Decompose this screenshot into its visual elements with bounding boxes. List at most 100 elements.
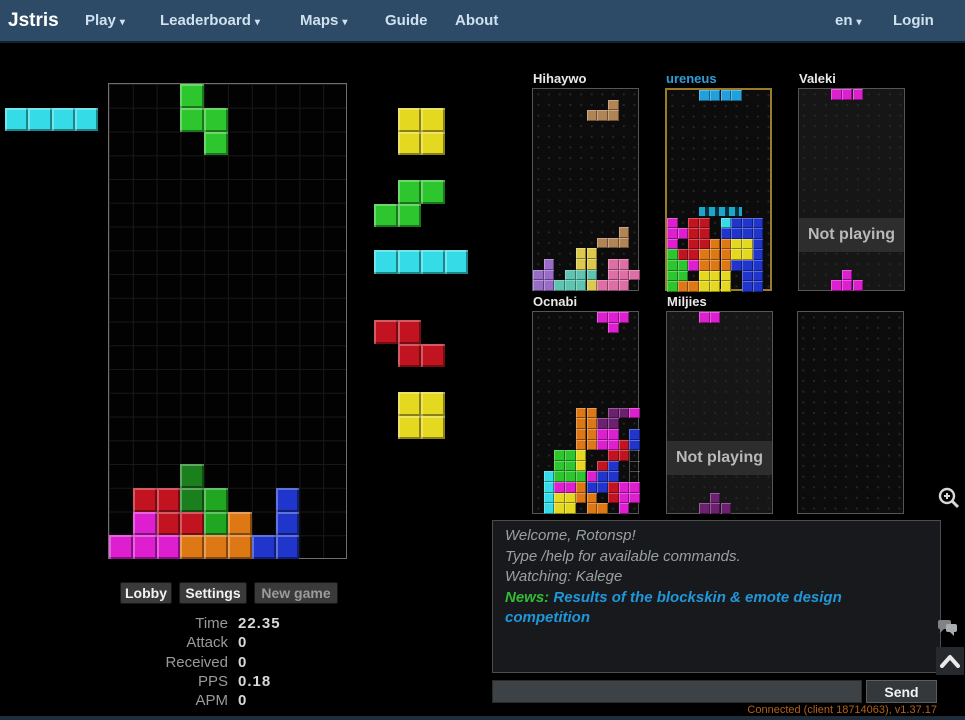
opponent-board-ocnabi[interactable] xyxy=(532,311,639,514)
tetromino-cell xyxy=(678,228,689,239)
tetromino-cell xyxy=(710,90,721,101)
tetromino-cell xyxy=(678,260,689,271)
nav-item-leaderboard[interactable]: Leaderboard▾ xyxy=(160,0,260,43)
tetromino-cell xyxy=(576,450,587,461)
tetromino-cell xyxy=(721,271,732,282)
stat-value: 0.18 xyxy=(238,673,271,690)
tetromino-cell xyxy=(710,493,721,504)
tetromino-cell xyxy=(565,450,576,461)
tetromino-cell xyxy=(731,249,742,260)
chat-bubbles-icon[interactable] xyxy=(936,616,959,639)
tetromino-cell xyxy=(619,493,630,504)
opponent-board-hihaywo[interactable] xyxy=(532,88,639,291)
zoom-icon[interactable] xyxy=(937,486,961,510)
nav-item-login[interactable]: Login xyxy=(893,0,934,41)
tetromino-cell xyxy=(667,260,678,271)
tetromino-cell xyxy=(597,471,608,482)
nav-item-guide[interactable]: Guide xyxy=(385,0,428,41)
tetromino-cell xyxy=(5,108,28,131)
tetromino-cell xyxy=(699,228,710,239)
settings-button[interactable]: Settings xyxy=(179,582,247,604)
tetromino-cell xyxy=(721,239,732,250)
tetromino-cell xyxy=(133,512,157,536)
tetromino-cell xyxy=(421,250,445,274)
tetromino-cell xyxy=(565,270,576,281)
caret-down-icon: ▾ xyxy=(857,17,862,28)
tetromino-cell xyxy=(445,250,469,274)
not-playing-label: Not playing xyxy=(799,218,904,252)
tetromino-cell xyxy=(398,180,422,204)
tetromino-cell xyxy=(544,503,555,514)
tetromino-cell xyxy=(544,280,555,291)
new-game-button[interactable]: New game xyxy=(254,582,338,604)
tetromino-cell xyxy=(597,280,608,291)
lobby-button[interactable]: Lobby xyxy=(120,582,172,604)
tetromino-cell xyxy=(831,89,842,100)
tetromino-cell xyxy=(374,204,398,228)
tetromino-cell xyxy=(699,249,710,260)
tetromino-cell xyxy=(667,228,678,239)
tetromino-cell xyxy=(565,482,576,493)
tetromino-cell xyxy=(180,84,204,108)
tetromino-cell xyxy=(753,271,764,282)
stat-label: PPS xyxy=(100,673,228,690)
tetromino-cell xyxy=(421,344,445,368)
opponent-board-valeki[interactable]: Not playing xyxy=(798,88,905,291)
tetromino-cell xyxy=(608,259,619,270)
nav-item-maps[interactable]: Maps▾ xyxy=(300,0,347,43)
brand-logo[interactable]: Jstris xyxy=(8,0,59,41)
tetromino-cell xyxy=(544,270,555,281)
tetromino-cell xyxy=(398,320,422,344)
tetromino-cell xyxy=(204,535,228,559)
tetromino-cell xyxy=(753,249,764,260)
nav-item-play[interactable]: Play▾ xyxy=(85,0,125,43)
tetromino-cell xyxy=(180,488,204,512)
chat-message: Welcome, Rotonsp! xyxy=(505,526,928,547)
tetromino-cell xyxy=(742,228,753,239)
tetromino-cell xyxy=(587,259,598,270)
opponent-board-empty[interactable] xyxy=(797,311,904,514)
send-button[interactable]: Send xyxy=(866,680,937,703)
tetromino-cell xyxy=(742,218,753,229)
tetromino-cell xyxy=(842,280,853,291)
tetromino-cell xyxy=(554,493,565,504)
tetromino-cell xyxy=(619,259,630,270)
tetromino-cell xyxy=(608,323,619,334)
incoming-garbage-indicator xyxy=(699,207,742,216)
tetromino-cell xyxy=(133,535,157,559)
tetromino-cell xyxy=(678,249,689,260)
tetromino-cell xyxy=(576,461,587,472)
tetromino-cell xyxy=(721,503,732,514)
tetromino-cell xyxy=(180,512,204,536)
news-link[interactable]: Results of the blockskin & emote design … xyxy=(505,589,842,627)
nav-item-about[interactable]: About xyxy=(455,0,498,41)
tetromino-cell xyxy=(587,280,598,291)
tetromino-cell xyxy=(587,110,598,121)
tetromino-cell xyxy=(688,249,699,260)
opponent-board-ureneus[interactable] xyxy=(665,88,772,291)
stat-label: Time xyxy=(100,615,228,632)
tetromino-cell xyxy=(688,239,699,250)
nav-item-en[interactable]: en▾ xyxy=(835,0,862,43)
tetromino-cell xyxy=(421,180,445,204)
tetromino-cell xyxy=(608,429,619,440)
stat-row-pps: PPS 0.18 xyxy=(100,672,300,691)
caret-down-icon: ▾ xyxy=(120,17,125,28)
tetromino-cell xyxy=(629,408,640,419)
tetromino-cell xyxy=(710,239,721,250)
chat-input[interactable] xyxy=(492,680,862,703)
tetromino-cell xyxy=(398,344,422,368)
tetromino-cell xyxy=(587,429,598,440)
opponent-name: Hihaywo xyxy=(533,71,586,86)
tetromino-cell xyxy=(533,270,544,281)
chevron-up-icon[interactable] xyxy=(936,647,964,675)
tetromino-cell xyxy=(629,440,640,451)
tetromino-cell xyxy=(667,281,678,292)
opponent-board-miljies[interactable]: Not playing xyxy=(666,311,773,514)
tetromino-cell xyxy=(619,312,630,323)
tetromino-cell xyxy=(608,312,619,323)
tetromino-cell xyxy=(421,416,445,440)
tetromino-cell xyxy=(710,260,721,271)
tetromino-cell xyxy=(608,238,619,249)
tetromino-cell xyxy=(576,408,587,419)
